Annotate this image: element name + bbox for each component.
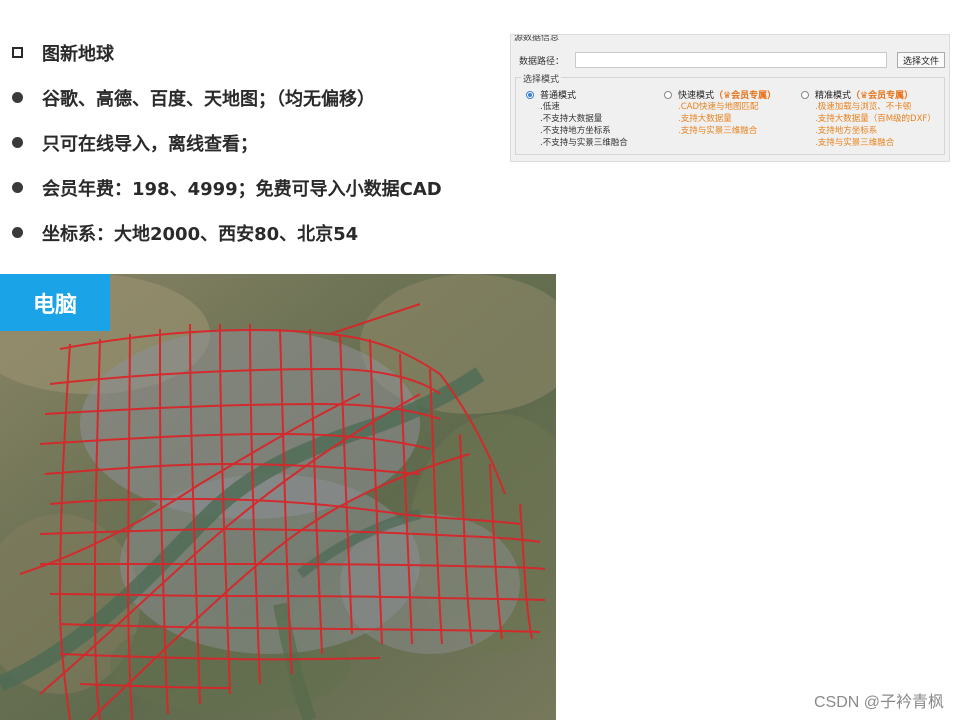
mode-name: 普通模式 <box>540 91 577 101</box>
watermark: CSDN @子衿青枫 <box>813 694 944 711</box>
path-input[interactable] <box>575 52 887 68</box>
bullet-item: 只可在线导入，离线查看； <box>12 120 492 165</box>
section-title: 源数据信息 <box>514 34 560 43</box>
bullet-text: 图新地球 <box>42 43 114 65</box>
vip-badge: （♛会员专属） <box>851 91 914 101</box>
bullet-text: 坐标系：大地2000、西安80、北京54 <box>42 223 359 245</box>
path-row: 数据路径： 选择文件 <box>519 51 945 69</box>
radio-fast[interactable] <box>664 90 672 99</box>
feature-text: .不支持地方坐标系 <box>540 126 611 136</box>
dot-bullet-icon <box>12 227 23 238</box>
feature-text: .支持地方坐标系 <box>815 126 878 136</box>
dot-bullet-icon <box>12 182 23 193</box>
square-bullet-icon <box>12 47 23 58</box>
feature-text: .不支持与实景三维融合 <box>540 138 628 148</box>
feature-text: .支持大数据量（百M级的DXF） <box>815 114 936 124</box>
bullet-text: 会员年费：198、4999；免费可导入小数据CAD <box>42 178 442 200</box>
radio-normal[interactable] <box>526 90 534 99</box>
mode-precise[interactable]: 精准模式 （♛会员专属） .极速加载与浏览、不卡顿 .支持大数据量（百M级的DX… <box>801 88 941 149</box>
bullet-text: 只可在线导入，离线查看； <box>42 133 258 155</box>
satellite-map[interactable] <box>0 274 556 720</box>
feature-text: .CAD快速与地图匹配 <box>678 102 759 112</box>
bullet-item: 坐标系：大地2000、西安80、北京54 <box>12 210 492 255</box>
radio-precise[interactable] <box>801 90 809 99</box>
feature-text: .支持大数据量 <box>678 114 732 124</box>
bullet-text: 谷歌、高德、百度、天地图；（均无偏移） <box>42 88 375 110</box>
feature-text: .极速加载与浏览、不卡顿 <box>815 102 912 112</box>
dot-bullet-icon <box>12 137 23 148</box>
bullet-list: 图新地球 谷歌、高德、百度、天地图；（均无偏移） 只可在线导入，离线查看； 会员… <box>12 30 492 255</box>
bullet-item: 图新地球 <box>12 30 492 75</box>
feature-text: .不支持大数据量 <box>540 114 603 124</box>
path-label: 数据路径： <box>519 56 565 67</box>
feature-text: .支持与实景三维融合 <box>678 126 758 136</box>
choose-file-button[interactable]: 选择文件 <box>896 52 945 68</box>
dot-bullet-icon <box>12 92 23 103</box>
mode-groupbox: 选择模式 普通模式 .低速 .不支持大数据量 .不支持地方坐标系 .不支持与实景… <box>515 72 945 155</box>
feature-text: .低速 <box>540 102 560 112</box>
mode-name: 快速模式 <box>678 91 715 101</box>
mode-fast[interactable]: 快速模式 （♛会员专属） .CAD快速与地图匹配 .支持大数据量 .支持与实景三… <box>664 88 804 137</box>
mode-normal[interactable]: 普通模式 .低速 .不支持大数据量 .不支持地方坐标系 .不支持与实景三维融合 <box>526 88 666 149</box>
bullet-item: 谷歌、高德、百度、天地图；（均无偏移） <box>12 75 492 120</box>
mode-title: 选择模式 <box>521 72 562 85</box>
bullet-item: 会员年费：198、4999；免费可导入小数据CAD <box>12 165 492 210</box>
vip-badge: （♛会员专属） <box>714 91 777 101</box>
feature-text: .支持与实景三维融合 <box>815 138 895 148</box>
pc-tag: 电脑 <box>0 274 110 331</box>
import-dialog: 源数据信息 数据路径： 选择文件 选择模式 普通模式 .低速 .不支持大数据量 … <box>510 34 950 162</box>
map-image <box>0 274 556 720</box>
mode-name: 精准模式 <box>815 91 852 101</box>
